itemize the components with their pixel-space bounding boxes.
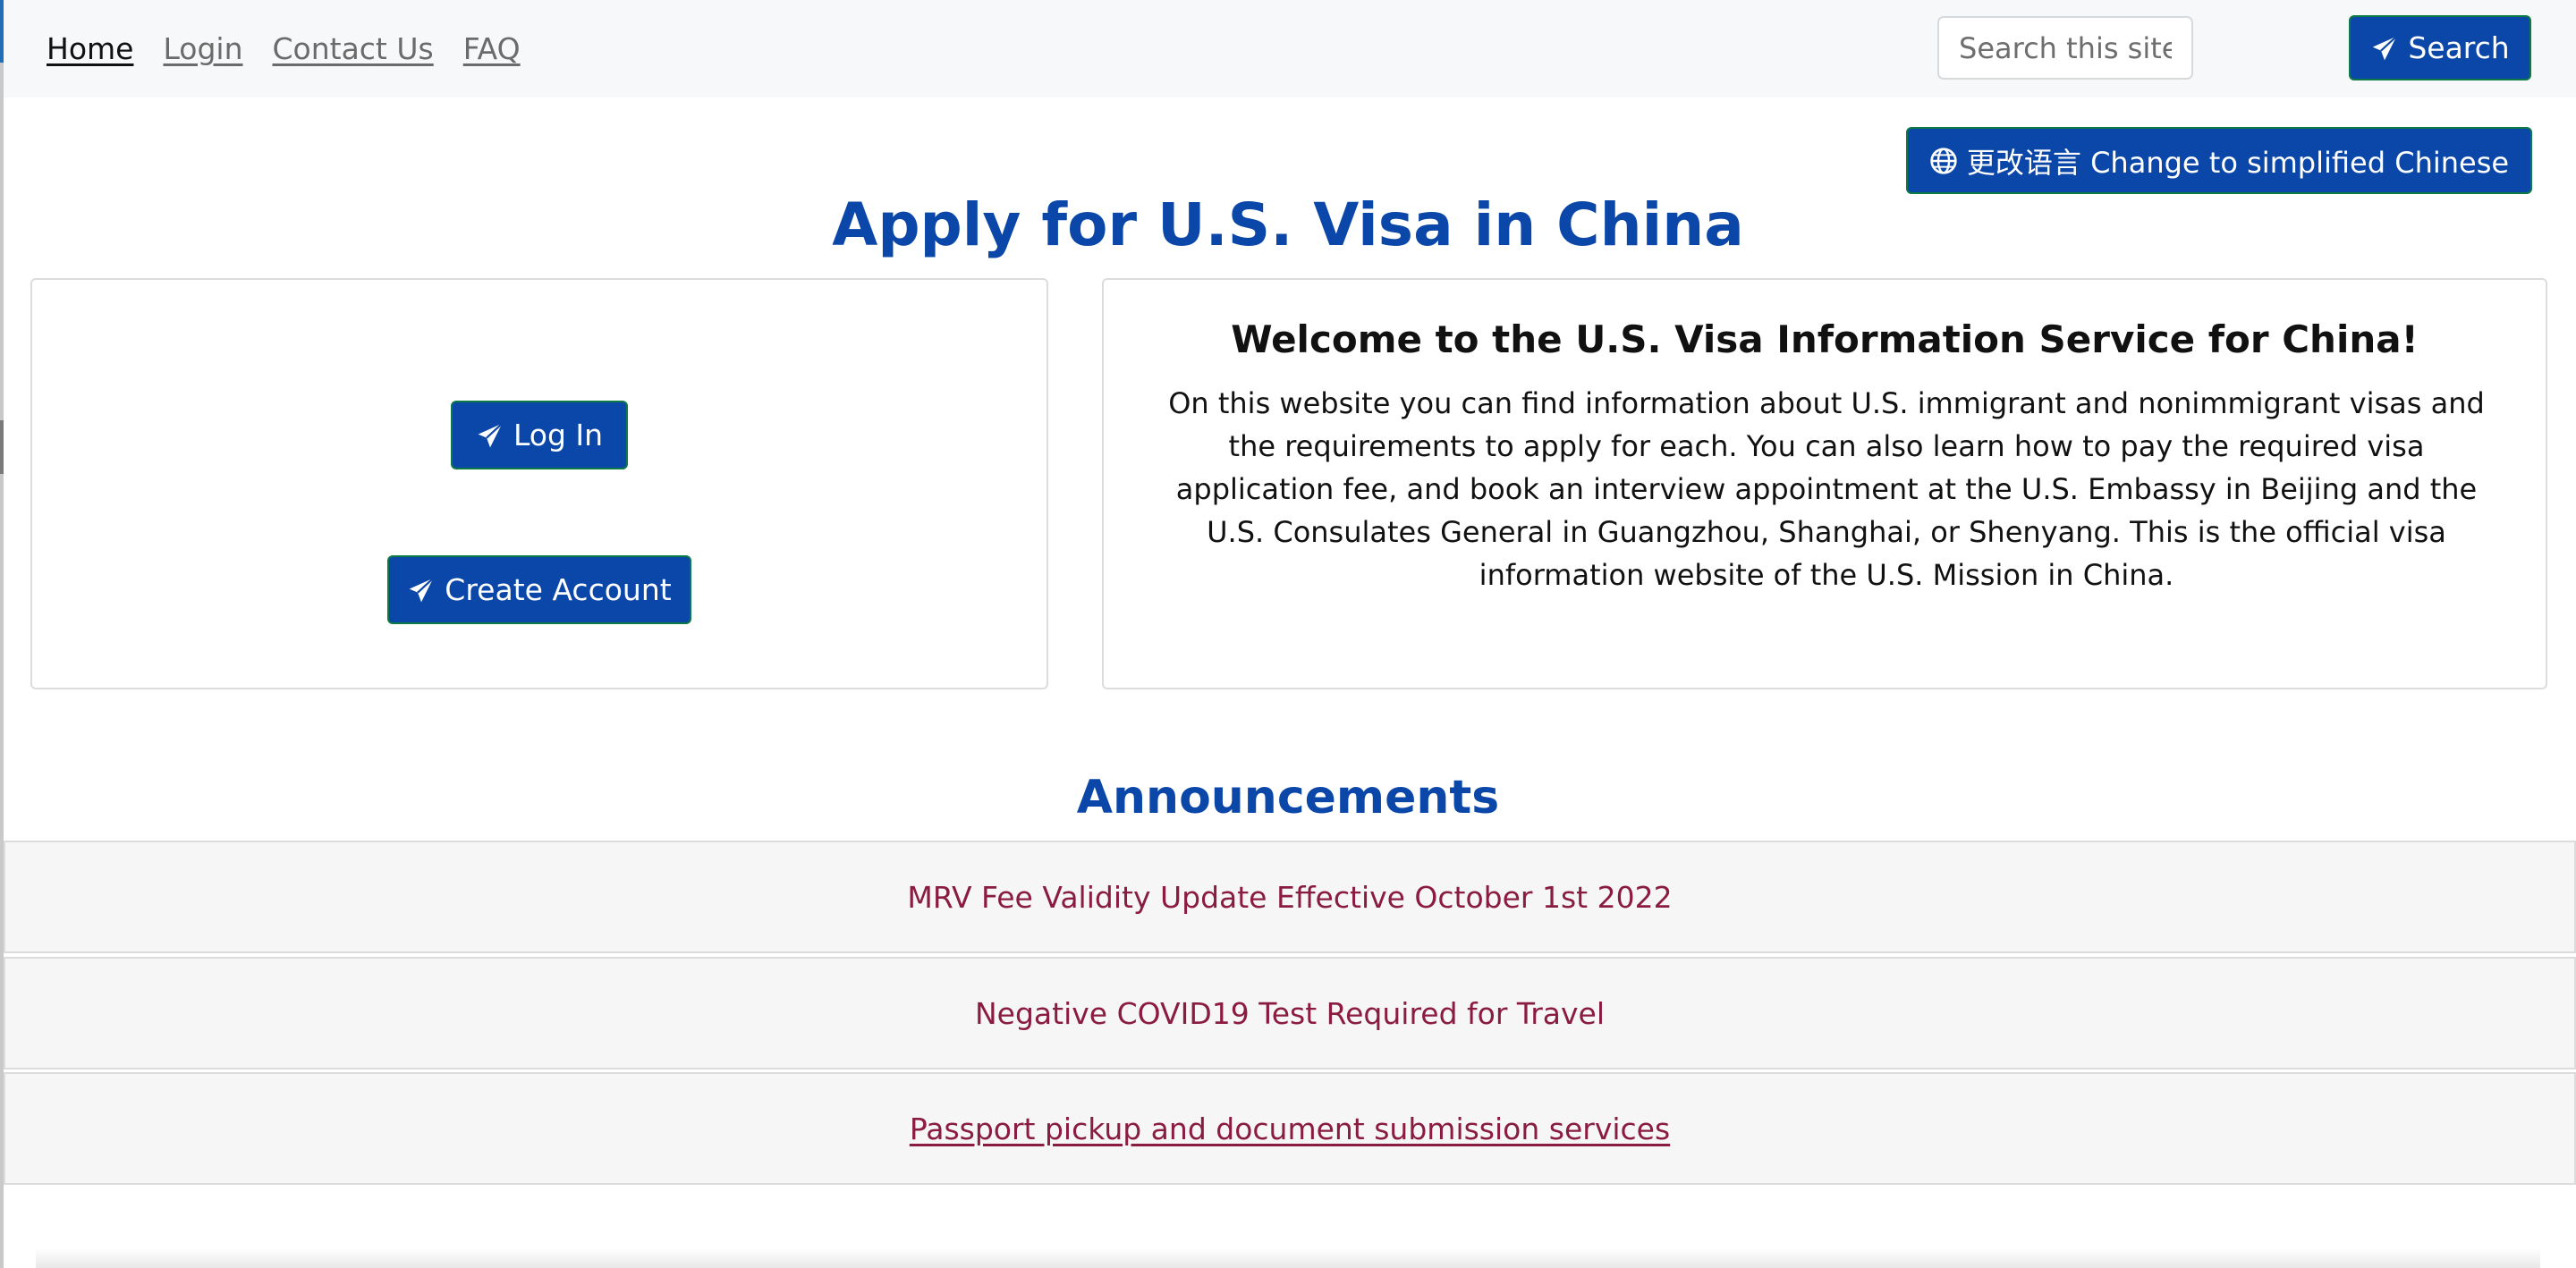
paper-plane-icon (2372, 35, 2398, 60)
footer-shadow (36, 1248, 2540, 1268)
change-language-label: 更改语言 Change to simplified Chinese (1966, 145, 2510, 180)
account-panel (30, 278, 1048, 689)
nav-contact-link[interactable]: Contact Us (272, 31, 433, 66)
nav-home-link[interactable]: Home (47, 31, 133, 66)
globe-icon (1930, 147, 1957, 174)
search-button-label: Search (2408, 30, 2510, 65)
announcement-text: MRV Fee Validity Update Effective Octobe… (907, 879, 1673, 915)
announcement-text: Negative COVID19 Test Required for Trave… (974, 995, 1606, 1031)
log-in-label: Log In (513, 418, 604, 452)
search-button[interactable]: Search (2349, 15, 2531, 80)
log-in-button[interactable]: Log In (451, 401, 628, 469)
announcements-title: Announcements (1076, 771, 1500, 824)
window-edge-tab (0, 420, 4, 474)
create-account-button[interactable]: Create Account (387, 555, 691, 624)
main-nav: Home Login Contact Us FAQ (47, 0, 521, 97)
page-title: Apply for U.S. Visa in China (832, 190, 1744, 259)
announcement-link[interactable]: Passport pickup and document submission … (910, 1112, 1670, 1146)
change-language-button[interactable]: 更改语言 Change to simplified Chinese (1906, 127, 2532, 194)
paper-plane-icon (409, 577, 435, 602)
welcome-panel: Welcome to the U.S. Visa Information Ser… (1102, 278, 2547, 689)
welcome-body: On this website you can find information… (1168, 386, 2485, 592)
welcome-title: Welcome to the U.S. Visa Information Ser… (1231, 317, 2419, 361)
announcement-item[interactable]: MRV Fee Validity Update Effective Octobe… (4, 841, 2576, 953)
nav-login-link[interactable]: Login (163, 31, 242, 66)
announcement-item[interactable]: Negative COVID19 Test Required for Trave… (4, 957, 2576, 1069)
create-account-label: Create Account (445, 572, 672, 607)
site-search-input[interactable] (1937, 16, 2193, 80)
paper-plane-icon (478, 422, 504, 447)
announcement-item: Passport pickup and document submission … (4, 1072, 2576, 1185)
nav-faq-link[interactable]: FAQ (463, 31, 521, 66)
